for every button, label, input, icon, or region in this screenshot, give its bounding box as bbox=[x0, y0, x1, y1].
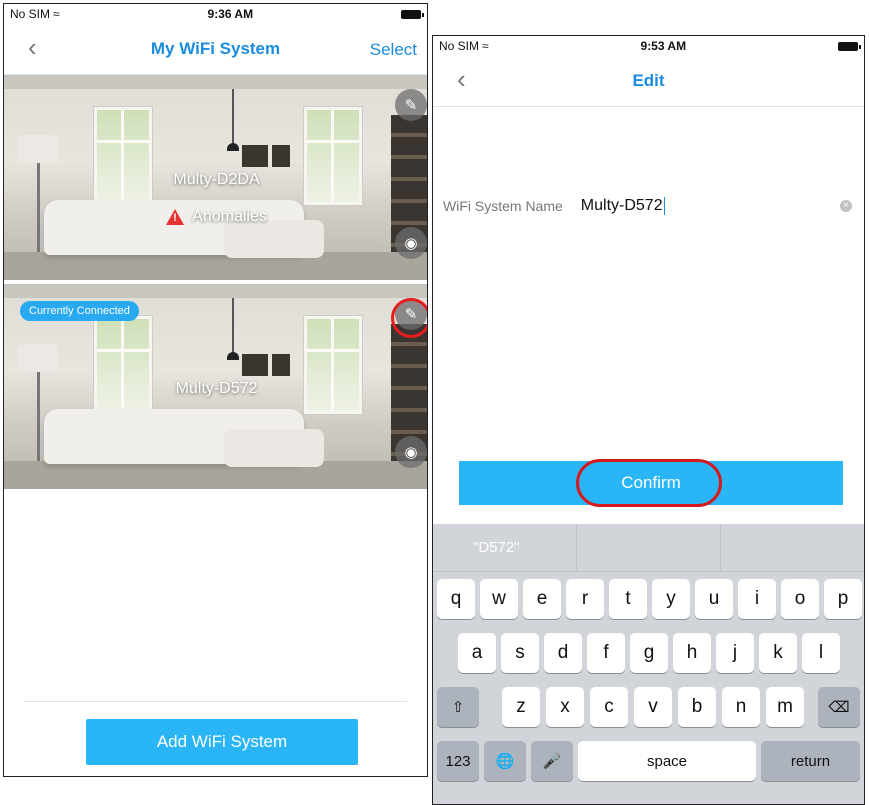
system-name: Multy-D572 bbox=[175, 380, 258, 397]
carrier-info: No SIM ≈ bbox=[439, 39, 489, 53]
key-z[interactable]: z bbox=[502, 687, 540, 727]
battery-icon bbox=[401, 9, 424, 19]
key-t[interactable]: t bbox=[609, 579, 647, 619]
key-l[interactable]: l bbox=[802, 633, 840, 673]
my-wifi-system-screen: No SIM ≈ 9:36 AM ‹ My WiFi System Select… bbox=[3, 3, 428, 777]
key-a[interactable]: a bbox=[458, 633, 496, 673]
key-v[interactable]: v bbox=[634, 687, 672, 727]
wifi-system-card[interactable]: Multy-D2DA ! Anomalies ✎ ◉ bbox=[4, 75, 427, 280]
alert-label: Anomalies bbox=[192, 208, 267, 225]
key-d[interactable]: d bbox=[544, 633, 582, 673]
key-k[interactable]: k bbox=[759, 633, 797, 673]
microphone-icon[interactable]: 🎤 bbox=[531, 741, 573, 781]
wifi-name-field-row: WiFi System Name Multy-D572 × bbox=[433, 194, 864, 218]
back-chevron-icon[interactable]: ‹ bbox=[457, 64, 466, 94]
page-title: My WiFi System bbox=[150, 39, 281, 58]
key-row-2: asdfghjkl bbox=[433, 633, 864, 675]
key-m[interactable]: m bbox=[766, 687, 804, 727]
suggestion-item[interactable] bbox=[577, 524, 721, 571]
carrier-label: No SIM bbox=[10, 7, 51, 21]
return-key[interactable]: return bbox=[761, 741, 860, 781]
key-g[interactable]: g bbox=[630, 633, 668, 673]
key-i[interactable]: i bbox=[738, 579, 776, 619]
key-b[interactable]: b bbox=[678, 687, 716, 727]
camera-icon[interactable]: ◉ bbox=[395, 227, 427, 259]
shift-icon[interactable]: ⇧ bbox=[437, 687, 479, 727]
key-u[interactable]: u bbox=[695, 579, 733, 619]
clear-icon[interactable]: × bbox=[840, 200, 852, 212]
edit-icon[interactable]: ✎ bbox=[395, 89, 427, 121]
key-j[interactable]: j bbox=[716, 633, 754, 673]
key-s[interactable]: s bbox=[501, 633, 539, 673]
field-label: WiFi System Name bbox=[443, 198, 563, 214]
nav-bar: ‹ Edit bbox=[433, 56, 864, 107]
connected-badge: Currently Connected bbox=[20, 301, 139, 321]
key-w[interactable]: w bbox=[480, 579, 518, 619]
key-o[interactable]: o bbox=[781, 579, 819, 619]
nav-bar: ‹ My WiFi System Select bbox=[4, 24, 427, 75]
carrier-info: No SIM ≈ bbox=[10, 7, 60, 21]
wifi-name-value: Multy-D572 bbox=[580, 197, 663, 215]
key-r[interactable]: r bbox=[566, 579, 604, 619]
text-caret bbox=[663, 196, 665, 215]
key-q[interactable]: q bbox=[437, 579, 475, 619]
select-button[interactable]: Select bbox=[370, 40, 417, 60]
camera-icon[interactable]: ◉ bbox=[395, 436, 427, 468]
key-row-4: 123 🌐 🎤 space return bbox=[433, 741, 864, 783]
key-x[interactable]: x bbox=[546, 687, 584, 727]
divider bbox=[24, 701, 407, 702]
numbers-key[interactable]: 123 bbox=[437, 741, 479, 781]
status-bar: No SIM ≈ 9:53 AM bbox=[433, 36, 864, 56]
key-row-3: ⇧ ⌫ zxcvbnm bbox=[433, 687, 864, 729]
suggestion-item[interactable]: "D572" bbox=[433, 524, 577, 571]
key-c[interactable]: c bbox=[590, 687, 628, 727]
space-key[interactable]: space bbox=[578, 741, 756, 781]
key-e[interactable]: e bbox=[523, 579, 561, 619]
add-wifi-system-button[interactable]: Add WiFi System bbox=[86, 719, 358, 765]
key-y[interactable]: y bbox=[652, 579, 690, 619]
backspace-icon[interactable]: ⌫ bbox=[818, 687, 860, 727]
highlight-circle bbox=[391, 298, 427, 338]
wifi-system-card[interactable]: Currently Connected Multy-D572 ✎ ◉ bbox=[4, 284, 427, 489]
system-name: Multy-D2DA bbox=[173, 171, 260, 188]
status-time: 9:36 AM bbox=[207, 7, 254, 21]
suggestion-bar: "D572" bbox=[433, 524, 864, 572]
globe-icon[interactable]: 🌐 bbox=[484, 741, 526, 781]
status-bar: No SIM ≈ 9:36 AM bbox=[4, 4, 427, 24]
keyboard: "D572" qwertyuiop asdfghjkl ⇧ ⌫ zxcvbnm … bbox=[433, 524, 864, 804]
wifi-signal-icon: ≈ bbox=[482, 39, 489, 53]
confirm-button[interactable]: Confirm bbox=[459, 461, 843, 505]
battery-icon bbox=[838, 41, 861, 51]
status-time: 9:53 AM bbox=[640, 39, 687, 53]
key-n[interactable]: n bbox=[722, 687, 760, 727]
anomaly-alert: ! Anomalies bbox=[4, 208, 427, 226]
wifi-signal-icon: ≈ bbox=[53, 7, 60, 21]
key-f[interactable]: f bbox=[587, 633, 625, 673]
suggestion-item[interactable] bbox=[721, 524, 864, 571]
key-p[interactable]: p bbox=[824, 579, 862, 619]
carrier-label: No SIM bbox=[439, 39, 480, 53]
edit-screen: No SIM ≈ 9:53 AM ‹ Edit WiFi System Name… bbox=[432, 35, 865, 805]
wifi-name-input[interactable]: Multy-D572 bbox=[580, 196, 665, 215]
warning-icon: ! bbox=[166, 209, 185, 225]
page-title: Edit bbox=[632, 71, 665, 90]
key-h[interactable]: h bbox=[673, 633, 711, 673]
key-row-1: qwertyuiop bbox=[433, 579, 864, 621]
back-chevron-icon[interactable]: ‹ bbox=[28, 32, 37, 62]
